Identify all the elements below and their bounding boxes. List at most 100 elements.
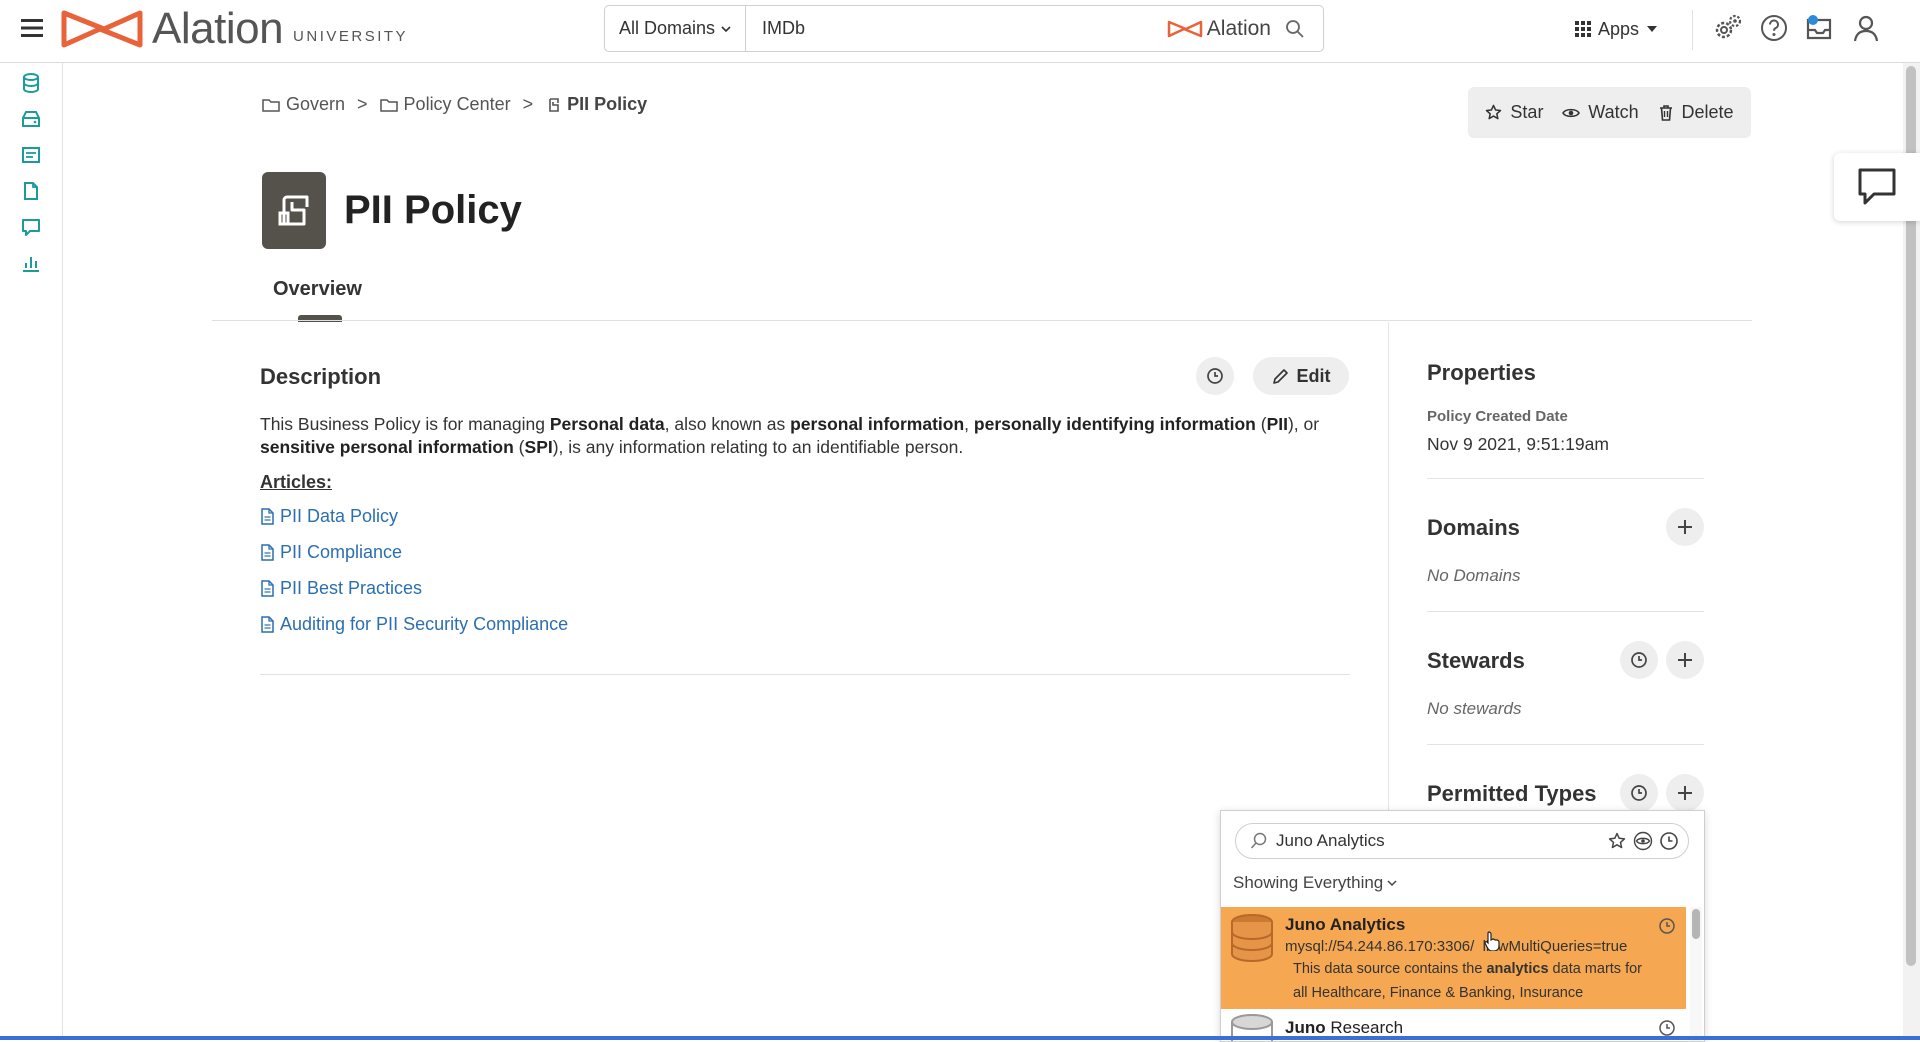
policy-title-icon: [262, 172, 326, 249]
hamburger-menu-icon[interactable]: [18, 14, 46, 42]
document-icon: [261, 544, 274, 561]
description-heading: Description: [260, 364, 382, 389]
policy-icon: [549, 97, 559, 112]
object-search-popup: Showing Everything Juno Analytics mysql:…: [1220, 810, 1705, 1042]
object-actions: Star Watch Delete: [1468, 87, 1751, 138]
edit-description-button[interactable]: Edit: [1253, 357, 1349, 395]
catalog-icon[interactable]: [20, 144, 42, 166]
plus-icon: [1678, 786, 1692, 800]
article-link[interactable]: PII Compliance: [260, 542, 402, 563]
topbar-divider: [1692, 10, 1693, 50]
result-description: This data source contains the analytics …: [1293, 961, 1643, 1001]
search-result-item[interactable]: Juno Analytics mysql://54.244.86.170:330…: [1221, 907, 1686, 1009]
database-icon[interactable]: [20, 72, 42, 94]
plus-icon: [1678, 653, 1692, 667]
description-divider: [260, 674, 1350, 675]
folder-icon: [379, 98, 398, 112]
article-link[interactable]: PII Data Policy: [260, 506, 398, 527]
mouse-pointer-icon: [1484, 931, 1500, 951]
page-title: PII Policy: [344, 188, 522, 232]
properties-divider: [1427, 478, 1704, 479]
article-link[interactable]: Auditing for PII Security Compliance: [260, 614, 568, 635]
search-brand: Alation: [1167, 17, 1271, 41]
bottom-edge-bar: [0, 1036, 1920, 1040]
permitted-types-history-button[interactable]: [1620, 774, 1658, 812]
search-icon: [1250, 832, 1268, 850]
breadcrumb-current: PII Policy: [545, 94, 647, 115]
popup-search-field: [1235, 823, 1689, 859]
alation-logo[interactable]: Alation UNIVERSITY: [60, 4, 408, 54]
caret-down-icon: [1647, 26, 1658, 32]
permitted-types-heading: Permitted Types: [1427, 781, 1597, 806]
breadcrumb: Govern > Policy Center > PII Policy: [262, 94, 647, 115]
grid-icon: [1575, 21, 1591, 37]
help-icon[interactable]: [1758, 12, 1790, 44]
document-icon: [261, 580, 274, 597]
plus-icon: [1678, 520, 1692, 534]
chat-bubble-icon: [1858, 168, 1896, 205]
stewards-history-button[interactable]: [1620, 641, 1658, 679]
breadcrumb-separator: >: [522, 94, 534, 114]
breadcrumb-govern[interactable]: Govern: [262, 94, 345, 115]
breadcrumb-separator: >: [357, 94, 368, 114]
storage-icon[interactable]: [20, 108, 42, 130]
result-url: mysql://54.244.86.170:3306/allowMultiQue…: [1285, 938, 1628, 955]
alation-mark-icon: [1167, 20, 1203, 37]
trash-icon: [1659, 105, 1672, 121]
star-icon: [1486, 104, 1502, 120]
eye-icon: [1562, 108, 1581, 117]
analytics-icon[interactable]: [20, 252, 42, 274]
filter-watched-icon[interactable]: [1630, 828, 1656, 854]
domain-select-label: All Domains: [618, 18, 716, 38]
chat-button[interactable]: [1834, 153, 1920, 221]
result-title: Juno Analytics: [1285, 915, 1406, 934]
showing-filter-label: Showing Everything: [1233, 873, 1384, 892]
conversation-icon[interactable]: [20, 216, 42, 238]
stewards-empty: No stewards: [1427, 699, 1522, 718]
logo-subtitle: UNIVERSITY: [293, 27, 409, 45]
inbox-notifications-icon[interactable]: [1804, 12, 1836, 44]
pencil-icon: [1272, 368, 1288, 384]
star-button[interactable]: Star: [1485, 102, 1543, 123]
settings-gear-icon[interactable]: [1712, 12, 1744, 44]
add-steward-button[interactable]: [1666, 641, 1704, 679]
popup-scrollbar-thumb[interactable]: [1692, 909, 1700, 939]
stewards-heading: Stewards: [1427, 648, 1525, 673]
description-text: This Business Policy is for managing Per…: [260, 414, 1320, 457]
document-icon: [261, 616, 274, 633]
domains-divider: [1427, 611, 1704, 612]
clock-icon: [1659, 1020, 1675, 1036]
search-input[interactable]: [746, 5, 1167, 52]
tab-divider: [212, 320, 1752, 321]
domain-select[interactable]: All Domains: [605, 6, 746, 51]
logo-wordmark: Alation: [152, 4, 284, 53]
alation-logo-mark-icon: [61, 10, 143, 48]
add-domain-button[interactable]: [1666, 508, 1704, 546]
user-profile-icon[interactable]: [1850, 12, 1882, 44]
articles-label: Articles:: [260, 472, 333, 492]
document-icon: [261, 508, 274, 525]
chevron-down-icon: [721, 25, 731, 32]
global-search-bar: All Domains Alation: [604, 5, 1324, 52]
apps-menu-button[interactable]: Apps: [1574, 14, 1665, 44]
filter-starred-icon[interactable]: [1604, 828, 1630, 854]
policy-created-value: Nov 9 2021, 9:51:19am: [1427, 434, 1609, 454]
showing-filter-dropdown[interactable]: Showing Everything: [1233, 873, 1397, 893]
clock-icon: [1631, 652, 1647, 668]
add-permitted-type-button[interactable]: [1666, 774, 1704, 812]
breadcrumb-policy-center[interactable]: Policy Center: [379, 94, 511, 115]
delete-button[interactable]: Delete: [1658, 102, 1734, 123]
filter-recent-icon[interactable]: [1656, 828, 1682, 854]
search-icon[interactable]: [1285, 19, 1305, 39]
tab-overview[interactable]: Overview: [273, 278, 362, 301]
description-history-button[interactable]: [1196, 357, 1234, 395]
document-icon[interactable]: [20, 180, 42, 202]
watch-button[interactable]: Watch: [1562, 102, 1639, 123]
article-link[interactable]: PII Best Practices: [260, 578, 422, 599]
popup-search-input[interactable]: [1274, 830, 1604, 852]
database-icon: [1231, 914, 1273, 963]
apps-label: Apps: [1598, 18, 1640, 39]
clock-icon: [1631, 785, 1647, 801]
domains-heading: Domains: [1427, 515, 1520, 540]
folder-icon: [262, 98, 280, 112]
